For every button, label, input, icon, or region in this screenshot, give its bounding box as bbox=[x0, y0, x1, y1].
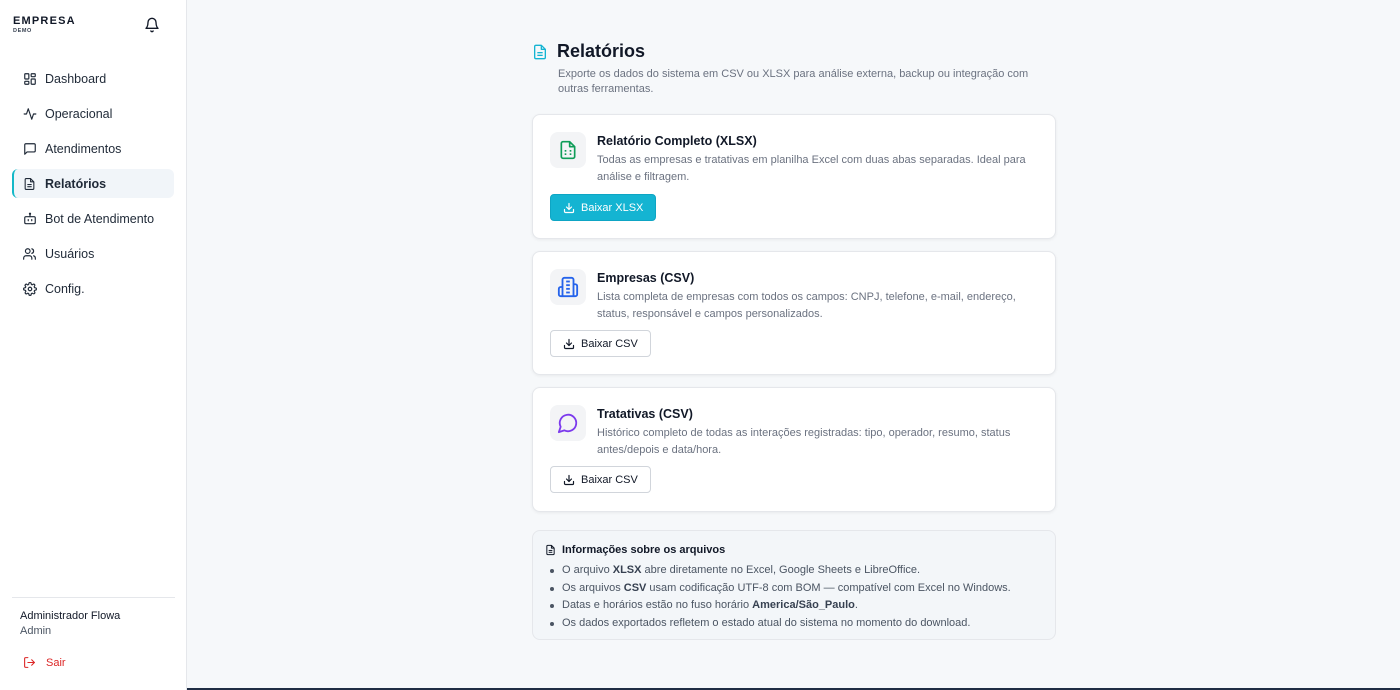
sidebar-item-operacional[interactable]: Operacional bbox=[12, 99, 174, 128]
download-csv-empresas-button[interactable]: Baixar CSV bbox=[550, 330, 651, 357]
message-square-icon bbox=[22, 141, 37, 156]
report-card-tratativas: Tratativas (CSV) Histórico completo de t… bbox=[532, 387, 1056, 512]
logout-button[interactable]: Sair bbox=[23, 656, 66, 669]
sidebar-item-label: Bot de Atendimento bbox=[45, 211, 155, 226]
page-description: Exporte os dados do sistema em CSV ou XL… bbox=[558, 68, 1029, 95]
sidebar-item-dashboard[interactable]: Dashboard bbox=[12, 64, 174, 93]
file-text-icon bbox=[22, 176, 37, 191]
file-text-icon bbox=[532, 43, 548, 61]
download-icon bbox=[563, 474, 575, 486]
download-csv-tratativas-button[interactable]: Baixar CSV bbox=[550, 466, 651, 493]
report-card-xlsx: Relatório Completo (XLSX) Todas as empre… bbox=[532, 114, 1056, 239]
sidebar-item-label: Relatórios bbox=[45, 176, 107, 191]
sidebar-item-label: Atendimentos bbox=[45, 141, 122, 156]
activity-icon bbox=[22, 106, 37, 121]
bot-icon bbox=[22, 211, 37, 226]
info-list: O arquivo XLSX abre diretamente no Excel… bbox=[547, 562, 1011, 633]
download-xlsx-button[interactable]: Baixar XLSX bbox=[550, 194, 657, 221]
info-heading: Informações sobre os arquivos bbox=[545, 544, 725, 556]
list-item: Datas e horários estão no fuso horário A… bbox=[547, 597, 1011, 615]
bell-icon[interactable] bbox=[144, 17, 160, 33]
card-title: Empresas (CSV) bbox=[597, 271, 695, 285]
card-title: Tratativas (CSV) bbox=[597, 407, 693, 421]
logout-label: Sair bbox=[46, 656, 66, 669]
sidebar-nav: Dashboard Operacional Atendimentos Relat… bbox=[12, 64, 174, 309]
card-description: Todas as empresas e tratativas em planil… bbox=[597, 154, 1026, 183]
sidebar-item-label: Dashboard bbox=[45, 71, 107, 86]
page-header: Relatórios bbox=[532, 41, 645, 62]
sidebar-item-relatorios[interactable]: Relatórios bbox=[12, 169, 174, 198]
list-item: Os dados exportados refletem o estado at… bbox=[547, 615, 1011, 633]
user-name: Administrador Flowa bbox=[20, 610, 121, 622]
chat-bubble-icon bbox=[550, 405, 586, 441]
brand-sub: DEMO bbox=[13, 28, 32, 34]
download-icon bbox=[563, 338, 575, 350]
users-icon bbox=[22, 246, 37, 261]
sidebar-item-label: Operacional bbox=[45, 106, 113, 121]
button-label: Baixar CSV bbox=[581, 473, 638, 486]
button-label: Baixar XLSX bbox=[581, 201, 644, 214]
sidebar-item-config[interactable]: Config. bbox=[12, 274, 174, 303]
sidebar: EMPRESA DEMO Dashboard Operacional Atend… bbox=[0, 0, 187, 690]
info-title: Informações sobre os arquivos bbox=[562, 544, 726, 556]
user-role: Admin bbox=[20, 625, 52, 637]
card-description: Lista completa de empresas com todos os … bbox=[597, 291, 1016, 320]
files-info-panel: Informações sobre os arquivos O arquivo … bbox=[532, 530, 1056, 640]
download-icon bbox=[563, 202, 575, 214]
sidebar-item-atendimentos[interactable]: Atendimentos bbox=[12, 134, 174, 163]
gear-icon bbox=[22, 281, 37, 296]
sidebar-item-label: Config. bbox=[45, 281, 85, 296]
sidebar-item-usuarios[interactable]: Usuários bbox=[12, 239, 174, 268]
button-label: Baixar CSV bbox=[581, 337, 638, 350]
page-title: Relatórios bbox=[557, 41, 646, 61]
card-title: Relatório Completo (XLSX) bbox=[597, 134, 757, 148]
dashboard-icon bbox=[22, 71, 37, 86]
file-text-icon bbox=[545, 544, 556, 556]
sidebar-item-label: Usuários bbox=[45, 246, 95, 261]
sidebar-divider bbox=[12, 597, 175, 598]
logout-icon bbox=[23, 656, 36, 669]
building-icon bbox=[550, 269, 586, 305]
brand-name: EMPRESA bbox=[13, 15, 76, 27]
spreadsheet-icon bbox=[550, 132, 586, 168]
report-card-empresas: Empresas (CSV) Lista completa de empresa… bbox=[532, 251, 1056, 375]
brand-logo[interactable]: EMPRESA DEMO bbox=[13, 15, 76, 34]
sidebar-item-bot[interactable]: Bot de Atendimento bbox=[12, 204, 174, 233]
list-item: O arquivo XLSX abre diretamente no Excel… bbox=[547, 562, 1011, 580]
list-item: Os arquivos CSV usam codificação UTF-8 c… bbox=[547, 580, 1011, 598]
card-description: Histórico completo de todas as interaçõe… bbox=[597, 427, 1011, 456]
